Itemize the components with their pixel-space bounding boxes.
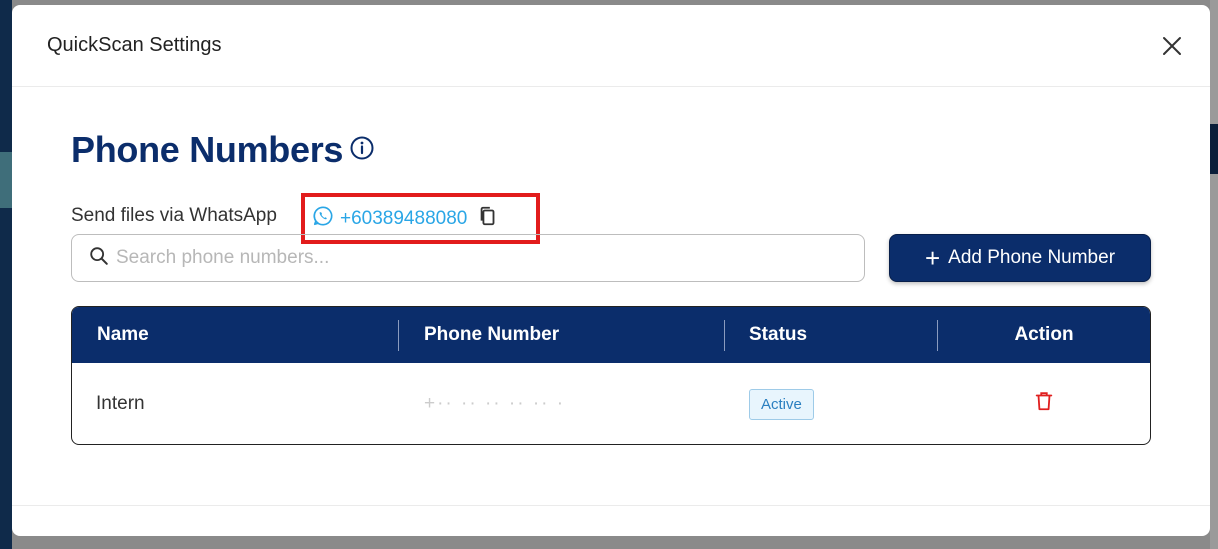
plus-icon: + [924, 243, 941, 273]
info-icon[interactable] [343, 135, 375, 166]
search-input[interactable] [116, 247, 816, 269]
table-row: Intern +·· ·· ·· ·· ·· · Active [72, 363, 1150, 444]
column-header-status[interactable]: Status [725, 307, 938, 363]
whatsapp-number-link[interactable]: +60389488080 [312, 205, 499, 233]
column-header-phone-number[interactable]: Phone Number [399, 307, 725, 363]
trash-icon[interactable] [1033, 390, 1055, 418]
page-title-row: Phone Numbers [71, 129, 375, 171]
column-header-name[interactable]: Name [72, 307, 399, 363]
row-name: Intern [96, 393, 145, 414]
search-icon [88, 245, 110, 272]
whatsapp-icon [312, 205, 340, 233]
status-badge: Active [749, 388, 814, 420]
quickscan-settings-modal: QuickScan Settings Phone Numbers Send fi… [12, 5, 1210, 536]
backdrop-left [0, 0, 12, 549]
row-action [938, 390, 1150, 418]
page-title: Phone Numbers [71, 129, 344, 170]
column-header-action: Action [1014, 324, 1074, 345]
backdrop-right [1210, 0, 1218, 549]
whatsapp-row: Send files via WhatsApp [71, 205, 277, 227]
modal-title: QuickScan Settings [47, 34, 222, 56]
row-phone-number: +·· ·· ·· ·· ·· · [424, 393, 566, 414]
backdrop-accent [0, 152, 12, 208]
row-status: Active [725, 388, 938, 420]
whatsapp-number[interactable]: +60389488080 [340, 208, 467, 230]
search-box [71, 234, 865, 282]
copy-icon[interactable] [467, 205, 499, 233]
close-icon[interactable] [1160, 34, 1184, 58]
backdrop-accent [1210, 124, 1218, 174]
table-header: Name Phone Number Status Action [72, 307, 1150, 363]
phone-numbers-table: Name Phone Number Status Action Intern +… [71, 306, 1151, 445]
add-button-label: Add Phone Number [948, 247, 1116, 268]
modal-footer [12, 505, 1210, 536]
add-phone-number-button[interactable]: + Add Phone Number [889, 234, 1151, 282]
modal-header: QuickScan Settings [12, 5, 1210, 87]
whatsapp-label: Send files via WhatsApp [71, 205, 277, 226]
